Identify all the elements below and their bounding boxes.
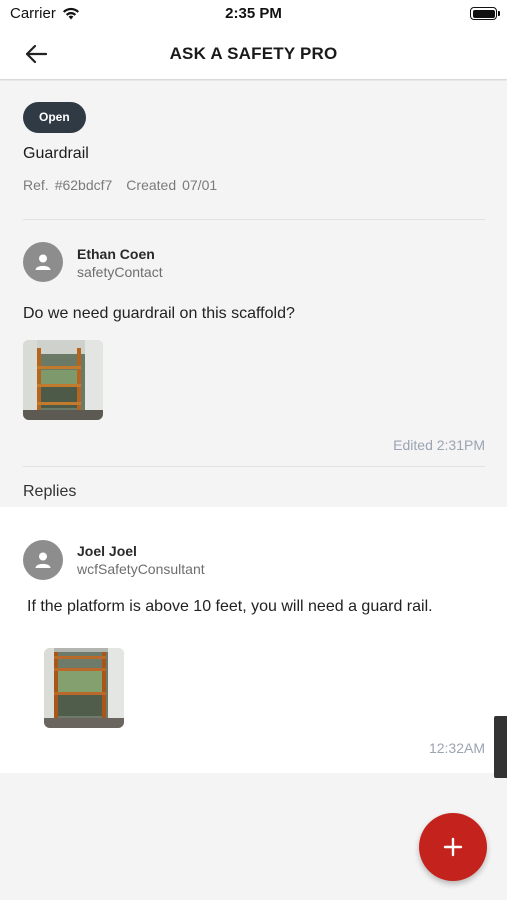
author-role: safetyContact [77, 264, 163, 280]
divider [23, 466, 485, 467]
side-handle[interactable] [494, 716, 507, 778]
replies-heading: Replies [23, 483, 77, 500]
reply-timestamp: 12:32AM [428, 740, 485, 756]
reply-author-role: wcfSafetyConsultant [77, 561, 205, 577]
divider [23, 219, 485, 220]
question-photo-thumbnail[interactable] [23, 340, 103, 420]
reply-photo-thumbnail[interactable] [44, 648, 124, 728]
page-title: ASK A SAFETY PRO [169, 44, 338, 63]
reply-body: If the platform is above 10 feet, you wi… [27, 598, 433, 615]
scaffold-photo [23, 340, 103, 420]
avatar[interactable] [23, 242, 63, 282]
created-group: Created 07/01 [126, 177, 217, 193]
scaffold-photo [44, 648, 124, 728]
edited-timestamp: Edited 2:31PM [393, 437, 485, 453]
question-meta: Ref. #62bdcf7 Created 07/01 [23, 177, 217, 193]
status-bar: Carrier 2:35 PM [0, 0, 507, 28]
question-body: Do we need guardrail on this scaffold? [23, 305, 295, 322]
question-section: Open Guardrail Ref. #62bdcf7 Created 07/… [0, 81, 507, 507]
ref-label: Ref. [23, 177, 49, 193]
status-badge: Open [23, 102, 86, 133]
question-title: Guardrail [23, 145, 89, 162]
avatar[interactable] [23, 540, 63, 580]
person-icon [35, 254, 51, 270]
add-reply-button[interactable] [419, 813, 487, 881]
created-label: Created [126, 177, 177, 193]
clock: 2:35 PM [225, 5, 282, 22]
ref-group: Ref. #62bdcf7 [23, 177, 112, 193]
person-icon [35, 552, 51, 568]
author-name: Ethan Coen [77, 246, 155, 262]
reply-author-name: Joel Joel [77, 543, 137, 559]
created-value: 07/01 [182, 177, 218, 193]
plus-icon [443, 837, 463, 857]
app-bar: ASK A SAFETY PRO [0, 28, 507, 80]
reply-card: Joel Joel wcfSafetyConsultant If the pla… [0, 507, 507, 773]
battery-icon [470, 7, 500, 20]
ref-value: #62bdcf7 [54, 177, 113, 193]
